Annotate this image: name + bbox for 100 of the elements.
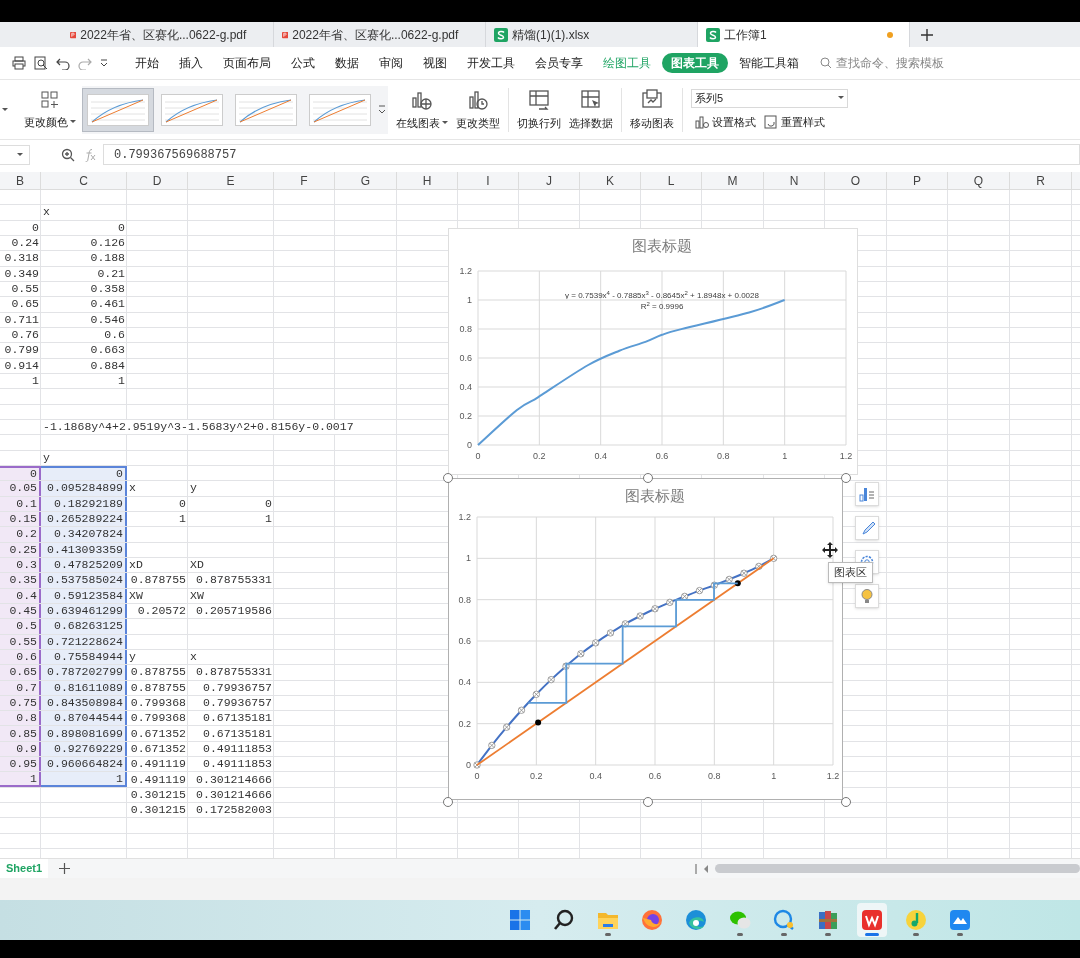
table-cell: 0.663 [90, 343, 125, 358]
table-cell: 1 [41, 772, 127, 787]
table-cell: 0.24 [11, 236, 39, 251]
table-cell: 0.301214666 [196, 772, 272, 787]
table-cell: 0.67135181 [203, 711, 272, 726]
tab-title: 精馏(1)(1).xlsx [512, 26, 590, 44]
table-cell: 0.914 [4, 358, 39, 373]
table-cell: 0.188 [90, 251, 125, 266]
table-cell: 0.126 [90, 236, 125, 251]
axis-tick-label: 1.2 [459, 266, 472, 276]
table-cell: 0.799 [4, 343, 39, 358]
table-cell: 0.546 [90, 312, 125, 327]
table-cell: 0.711 [4, 312, 39, 327]
table-cell: 0.884 [90, 358, 125, 373]
axis-tick-label: 0.8 [708, 771, 721, 781]
table-cell: 1 [0, 772, 41, 787]
table-cell: 0.095284899 [41, 481, 127, 496]
table-cell: 0.20572 [137, 604, 186, 618]
tab-title: 工作簿1 [724, 26, 767, 44]
axis-tick-label: 0.4 [589, 771, 602, 781]
axis-tick-label: 0.2 [533, 451, 546, 461]
table-cell: 0.87044544 [41, 711, 127, 726]
axis-tick-label: 0.6 [655, 451, 669, 461]
trendline-equation: R$^{2}$ = 0.9996 [640, 302, 684, 310]
table-cell: 0.799368 [130, 696, 186, 710]
table-cell: 0 [32, 220, 39, 235]
table-cell: 0.49111853 [203, 741, 272, 756]
axis-tick-label: 0 [474, 771, 480, 781]
axis-tick-label: 0.2 [458, 718, 471, 729]
table-cell: 0.671352 [130, 726, 186, 741]
table-cell: 0.671352 [130, 741, 186, 756]
table-cell: 0.79936757 [203, 680, 272, 695]
table-cell: 0.21 [97, 266, 125, 281]
table-cell: 0.301215 [130, 803, 186, 818]
axis-tick-label: 1.2 [458, 512, 471, 522]
table-cell: 1 [118, 374, 125, 389]
table-cell: 0.8 [0, 711, 41, 726]
table-cell: 0.85 [0, 726, 41, 741]
table-cell: 0 [179, 496, 186, 511]
axis-tick-label: 0.4 [458, 677, 471, 688]
table-cell: XD [190, 558, 204, 573]
table-cell: 1 [32, 374, 39, 389]
trendline-equation: y = 0.7539x$^{4}$ - 0.7885x$^{3}$ - 0.8645x$^{2}$ + 1.8948x + 0.0028 [565, 291, 759, 299]
axis-tick-label: 0.6 [459, 353, 472, 363]
axis-tick-label: 0.2 [459, 411, 472, 421]
table-cell: y [43, 450, 50, 465]
table-cell: 0.6 [104, 328, 125, 343]
table-cell: y [129, 650, 136, 664]
table-cell: 0 [118, 220, 125, 235]
formula-text: -1.1868y^4+2.9519y^3-1.5683y^2+0.8156y-0.0017 [43, 420, 354, 435]
table-cell: 0.65 [11, 297, 39, 312]
table-cell: XW [190, 588, 204, 603]
chart-title: 图表标题 [632, 237, 692, 254]
table-cell: 0.65 [0, 665, 41, 680]
axis-tick-label: 0.4 [594, 451, 607, 461]
table-cell: 0.35 [0, 573, 41, 588]
tab-title: 2022年省、区赛化...0622-g.pdf [80, 26, 247, 44]
table-cell: 0.491119 [130, 772, 186, 787]
table-cell: y [190, 481, 197, 496]
tooltip: 图表区 [828, 562, 873, 583]
axis-tick-label: 0 [467, 440, 472, 450]
table-cell: 0.5 [0, 619, 41, 634]
axis-tick-label: 1.2 [826, 771, 840, 781]
axis-tick-label: 0.6 [648, 771, 662, 781]
chart-title: 图表标题 [625, 487, 685, 504]
tab-title: 2022年省、区赛化...0622-g.pdf [292, 26, 459, 44]
table-cell: 0.49111853 [203, 757, 272, 772]
table-cell: 0.2 [0, 527, 41, 542]
table-cell: 0.878755331 [196, 573, 272, 588]
axis-tick-label: 1 [782, 451, 788, 461]
table-cell: 0.898081699 [41, 726, 127, 741]
axis-tick-label: 1 [467, 295, 472, 305]
table-cell: 0.67135181 [203, 726, 272, 741]
axis-tick-label: 0 [475, 451, 481, 461]
table-cell: 0.799368 [130, 711, 186, 726]
table-cell: x [190, 650, 197, 664]
table-cell: 0.358 [90, 282, 125, 297]
table-cell: 0.79936757 [203, 696, 272, 710]
axis-tick-label: 1 [466, 553, 471, 564]
axis-tick-label: 0.2 [530, 771, 543, 781]
table-cell: 0.76 [11, 328, 39, 343]
table-cell: XW [129, 588, 143, 603]
table-cell: x [129, 481, 136, 496]
axis-tick-label: 0.8 [458, 594, 471, 605]
table-cell: xD [129, 558, 143, 573]
table-cell: 1 [179, 512, 186, 527]
table-cell: 0.34207824 [41, 527, 127, 542]
table-cell: 0.301214666 [196, 787, 272, 802]
table-cell: 0.878755 [130, 573, 186, 588]
axis-tick-label: 0.8 [717, 451, 730, 461]
axis-tick-label: 0.6 [458, 636, 471, 646]
table-cell: x [43, 205, 50, 220]
axis-tick-label: 0.8 [459, 324, 472, 334]
table-cell: 0.349 [4, 266, 39, 281]
table-cell: 0.878755331 [196, 665, 272, 680]
table-cell: 0.05 [0, 481, 41, 496]
table-cell: 0.205719586 [196, 604, 272, 618]
table-cell: 0.878755 [130, 665, 186, 680]
table-cell: 0.172582003 [196, 803, 272, 818]
table-cell: 0.878755 [130, 680, 186, 695]
